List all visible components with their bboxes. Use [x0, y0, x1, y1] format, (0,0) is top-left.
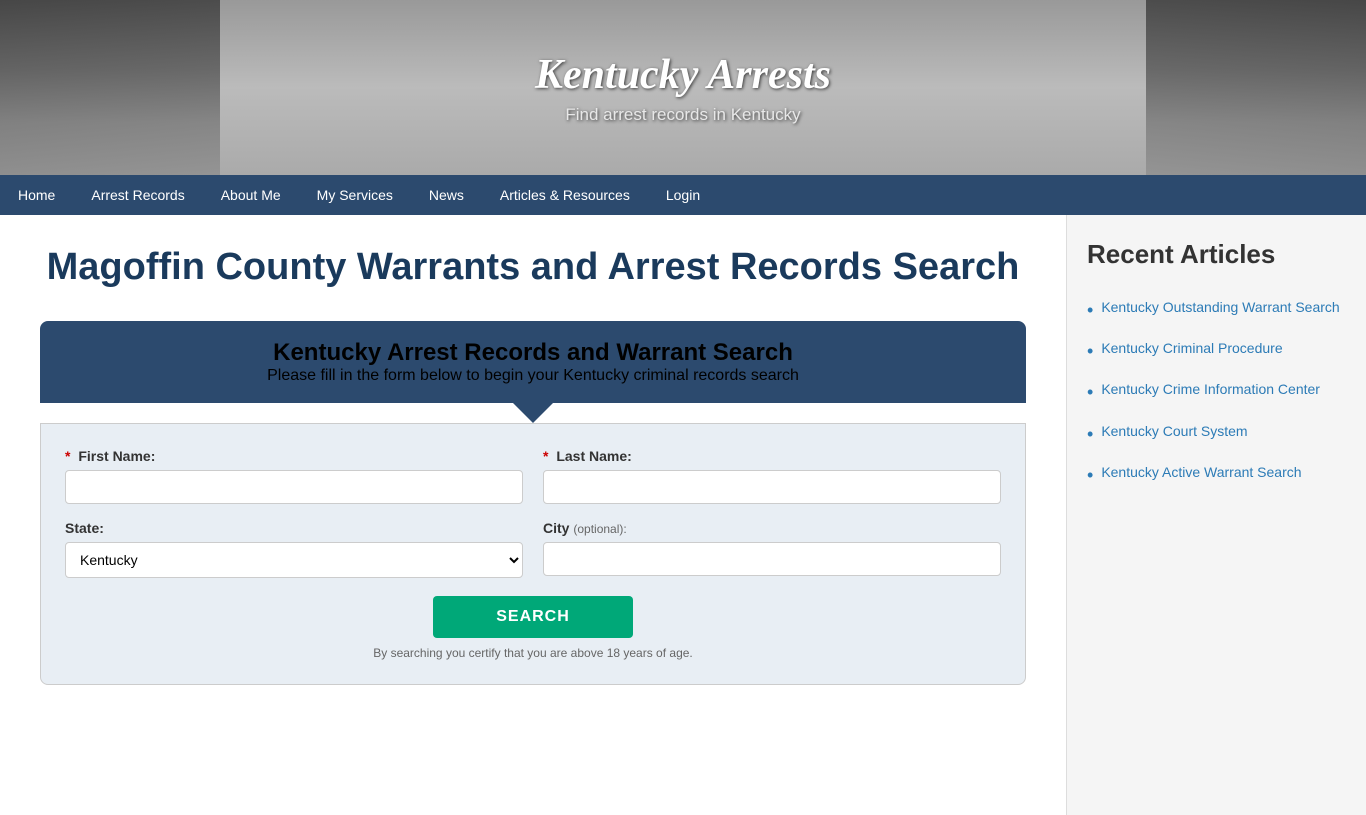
nav-my-services[interactable]: My Services [299, 175, 411, 215]
list-item: • Kentucky Active Warrant Search [1087, 455, 1346, 496]
nav-arrest-records[interactable]: Arrest Records [73, 175, 202, 215]
list-item: • Kentucky Crime Information Center [1087, 372, 1346, 413]
city-optional: (optional): [573, 522, 626, 536]
bullet-icon: • [1087, 339, 1093, 364]
site-title: Kentucky Arrests [535, 51, 831, 99]
name-row: * First Name: * Last Name: [65, 448, 1001, 504]
main-nav: Home Arrest Records About Me My Services… [0, 175, 1366, 215]
list-item: • Kentucky Outstanding Warrant Search [1087, 290, 1346, 331]
sidebar-link-1[interactable]: Kentucky Criminal Procedure [1101, 339, 1282, 359]
nav-login[interactable]: Login [648, 175, 718, 215]
last-name-label: * Last Name: [543, 448, 1001, 464]
city-group: City (optional): [543, 520, 1001, 578]
state-label: State: [65, 520, 523, 536]
search-box-subheading: Please fill in the form below to begin y… [62, 367, 1004, 385]
sidebar: Recent Articles • Kentucky Outstanding W… [1066, 215, 1366, 815]
sidebar-link-4[interactable]: Kentucky Active Warrant Search [1101, 463, 1301, 483]
sidebar-link-0[interactable]: Kentucky Outstanding Warrant Search [1101, 298, 1339, 318]
sidebar-link-3[interactable]: Kentucky Court System [1101, 422, 1247, 442]
first-name-required: * [65, 448, 70, 464]
last-name-input[interactable] [543, 470, 1001, 504]
state-group: State: Kentucky [65, 520, 523, 578]
search-box-header: Kentucky Arrest Records and Warrant Sear… [40, 321, 1026, 403]
sidebar-title: Recent Articles [1087, 239, 1346, 270]
main-layout: Magoffin County Warrants and Arrest Reco… [0, 215, 1366, 815]
search-box-wrapper: Kentucky Arrest Records and Warrant Sear… [40, 321, 1026, 685]
bullet-icon: • [1087, 422, 1093, 447]
bullet-icon: • [1087, 380, 1093, 405]
city-input[interactable] [543, 542, 1001, 576]
main-content: Magoffin County Warrants and Arrest Reco… [0, 215, 1066, 815]
location-row: State: Kentucky City (optional): [65, 520, 1001, 578]
sidebar-link-2[interactable]: Kentucky Crime Information Center [1101, 380, 1320, 400]
first-name-input[interactable] [65, 470, 523, 504]
search-button[interactable]: SEARCH [433, 596, 633, 638]
first-name-group: * First Name: [65, 448, 523, 504]
bullet-icon: • [1087, 463, 1093, 488]
search-box-arrow [513, 403, 553, 423]
first-name-label: * First Name: [65, 448, 523, 464]
last-name-group: * Last Name: [543, 448, 1001, 504]
form-disclaimer: By searching you certify that you are ab… [65, 646, 1001, 660]
city-label: City (optional): [543, 520, 1001, 536]
nav-articles[interactable]: Articles & Resources [482, 175, 648, 215]
site-subtitle: Find arrest records in Kentucky [535, 105, 831, 125]
nav-about-me[interactable]: About Me [203, 175, 299, 215]
search-box-heading: Kentucky Arrest Records and Warrant Sear… [62, 339, 1004, 367]
page-title: Magoffin County Warrants and Arrest Reco… [40, 245, 1026, 291]
site-header: Kentucky Arrests Find arrest records in … [0, 0, 1366, 175]
nav-news[interactable]: News [411, 175, 482, 215]
bullet-icon: • [1087, 298, 1093, 323]
nav-home[interactable]: Home [0, 175, 73, 215]
state-select[interactable]: Kentucky [65, 542, 523, 578]
last-name-required: * [543, 448, 548, 464]
list-item: • Kentucky Criminal Procedure [1087, 331, 1346, 372]
sidebar-article-list: • Kentucky Outstanding Warrant Search • … [1087, 290, 1346, 496]
search-form-container: * First Name: * Last Name: [40, 423, 1026, 685]
list-item: • Kentucky Court System [1087, 414, 1346, 455]
